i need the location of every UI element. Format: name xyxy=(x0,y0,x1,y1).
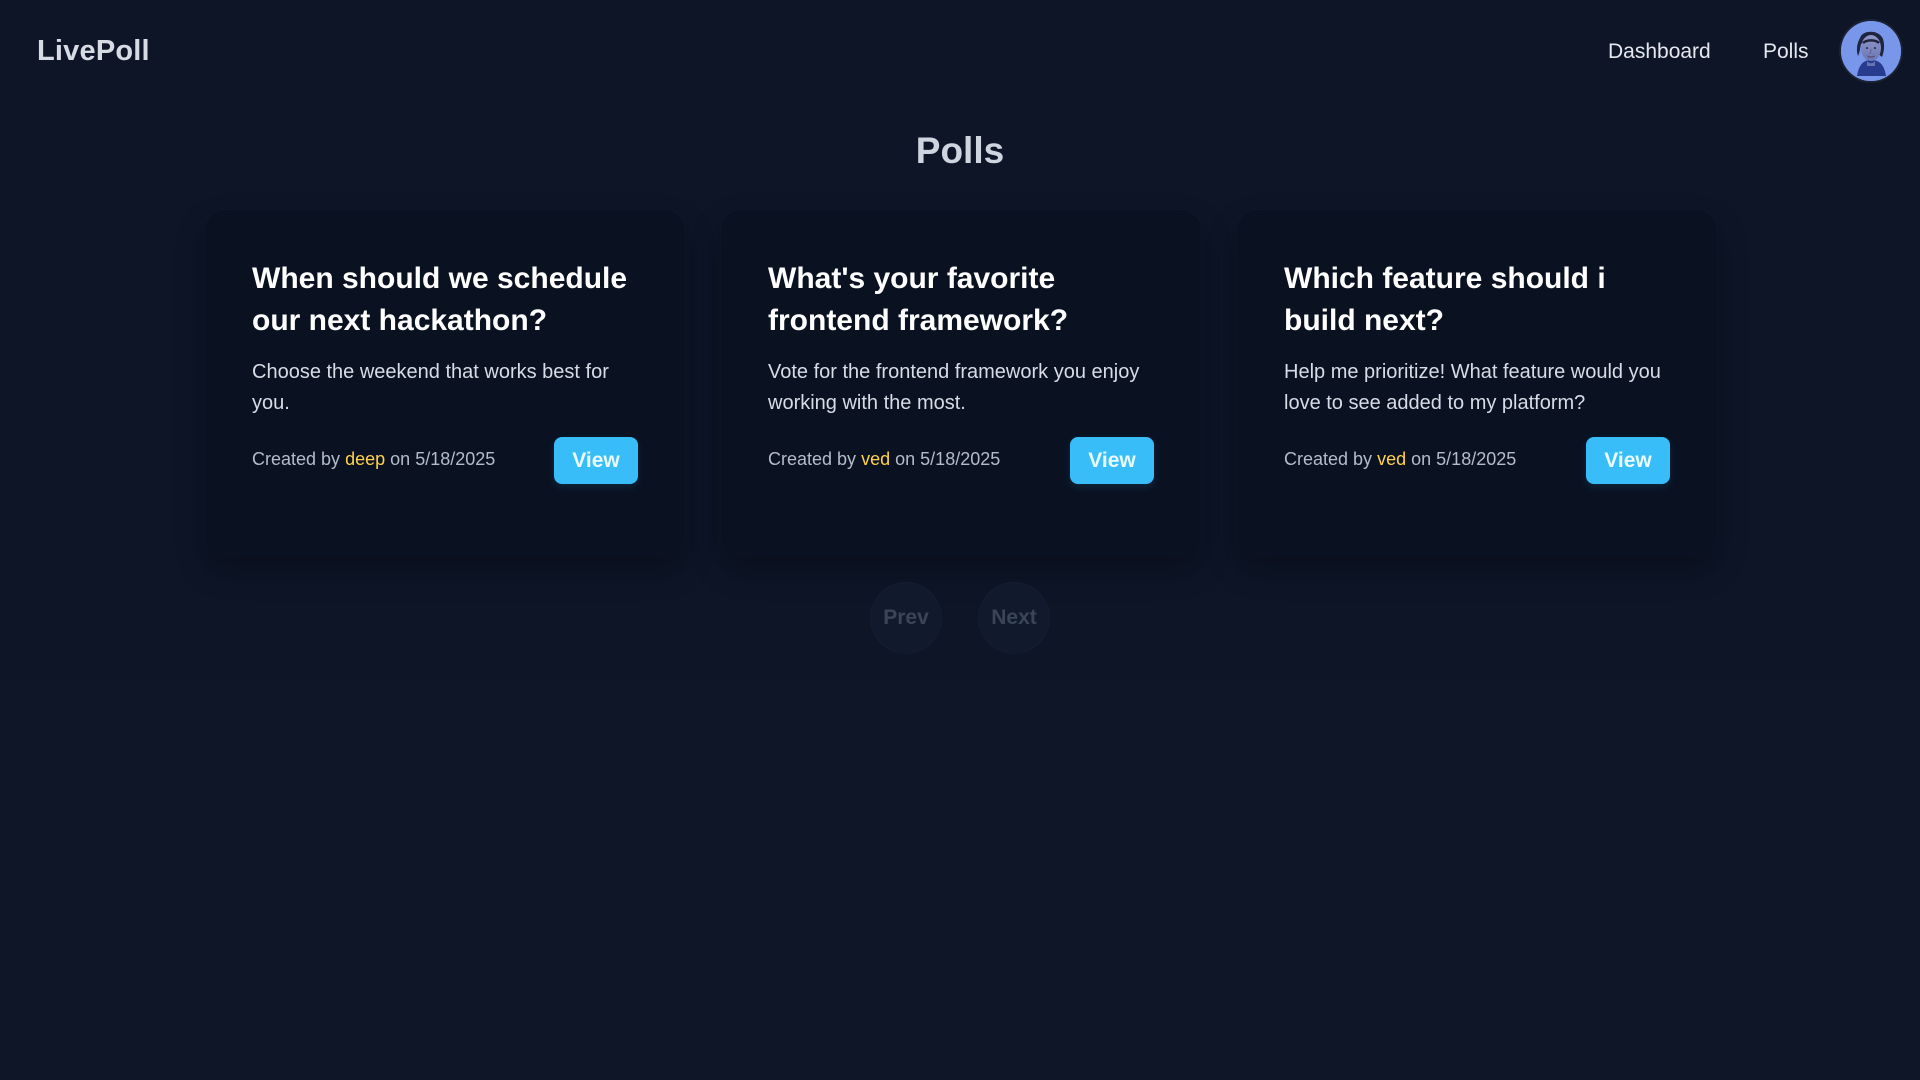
app-root: LivePoll Dashboard Polls Polls When shou… xyxy=(0,0,1920,1080)
poll-title: What's your favorite frontend framework? xyxy=(768,262,1069,337)
poll-card: Which feature should i build next? Help … xyxy=(1237,210,1717,556)
date-prefix: on xyxy=(1411,449,1432,469)
created-by-label: Created by xyxy=(252,449,341,469)
poll-date: 5/18/2025 xyxy=(920,449,1001,469)
polls-page: Polls When should we schedule our next h… xyxy=(0,104,1920,680)
view-poll-button[interactable]: View xyxy=(1070,437,1154,484)
view-poll-button[interactable]: View xyxy=(1586,437,1670,484)
user-avatar-icon xyxy=(1841,21,1901,81)
poll-meta: Created by deep on 5/18/2025 xyxy=(252,449,495,470)
avatar[interactable] xyxy=(1841,21,1901,81)
brand-logo-text[interactable]: LivePoll xyxy=(37,35,150,68)
poll-card: What's your favorite frontend framework?… xyxy=(721,210,1201,556)
poll-author: ved xyxy=(1377,449,1407,469)
poll-description: Choose the weekend that works best for y… xyxy=(252,361,609,414)
poll-title: When should we schedule our next hackath… xyxy=(252,262,628,337)
created-by-label: Created by xyxy=(1284,449,1373,469)
date-prefix: on xyxy=(895,449,916,469)
nav-dashboard-link[interactable]: Dashboard xyxy=(1608,40,1711,64)
poll-card: When should we schedule our next hackath… xyxy=(205,210,685,556)
poll-author: deep xyxy=(345,449,386,469)
poll-author: ved xyxy=(861,449,891,469)
poll-meta: Created by ved on 5/18/2025 xyxy=(1284,449,1516,470)
poll-title: Which feature should i build next? xyxy=(1284,262,1606,337)
created-by-label: Created by xyxy=(768,449,857,469)
top-navigation: LivePoll Dashboard Polls xyxy=(0,0,1920,104)
poll-date: 5/18/2025 xyxy=(1436,449,1517,469)
page-title: Polls xyxy=(915,130,1005,171)
poll-description: Vote for the frontend framework you enjo… xyxy=(768,361,1140,414)
poll-date: 5/18/2025 xyxy=(415,449,496,469)
date-prefix: on xyxy=(390,449,411,469)
pagination-prev-button[interactable]: Prev xyxy=(870,582,942,654)
pagination-next-button[interactable]: Next xyxy=(978,582,1050,654)
poll-meta: Created by ved on 5/18/2025 xyxy=(768,449,1000,470)
nav-polls-link[interactable]: Polls xyxy=(1763,40,1809,64)
view-poll-button[interactable]: View xyxy=(554,437,638,484)
poll-description: Help me prioritize! What feature would y… xyxy=(1284,361,1661,414)
